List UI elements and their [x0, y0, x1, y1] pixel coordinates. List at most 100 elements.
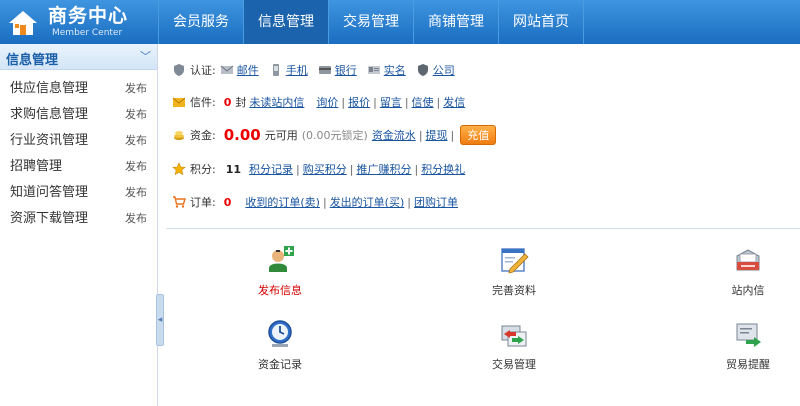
funds-label: 资金:: [190, 129, 216, 142]
send-mail-link[interactable]: 发信: [443, 94, 465, 110]
cert-email-link[interactable]: 邮件: [237, 62, 259, 78]
sidebar-item-label: 行业资讯管理: [10, 133, 89, 148]
cert-bank[interactable]: 银行: [318, 62, 357, 78]
quote-link[interactable]: 报价: [348, 94, 370, 110]
tile-trade-reminder[interactable]: 贸易提醒: [688, 318, 800, 378]
funds-amount: 0.00: [223, 126, 261, 144]
funds-flow-link[interactable]: 资金流水: [372, 127, 416, 143]
publish-link[interactable]: 发布: [125, 180, 147, 206]
points-label: 积分:: [190, 163, 216, 176]
buy-points-link[interactable]: 购买积分: [303, 161, 347, 177]
cert-realname-link[interactable]: 实名: [384, 62, 406, 78]
sidebar-list: 供应信息管理 发布 求购信息管理 发布 行业资讯管理 发布 招聘管理 发布 知道…: [0, 70, 157, 232]
coins-icon: [174, 131, 184, 140]
sidebar-item-supply[interactable]: 供应信息管理 发布: [0, 76, 157, 102]
mailbox-icon: [736, 249, 760, 271]
mail-count: 0: [223, 95, 232, 109]
cert-label: 认证:: [190, 64, 216, 77]
sidebar-item-label: 招聘管理: [10, 159, 63, 174]
sidebar-item-label: 知道问答管理: [10, 185, 89, 200]
cart-icon: [173, 196, 186, 208]
sidebar-item-label: 求购信息管理: [10, 107, 89, 122]
mail-row: 信件: 0 封 未读站内信 询价 | 报价 | 留言 | 信使 | 发信: [172, 93, 465, 111]
star-icon: [172, 162, 186, 176]
mail-label: 信件:: [190, 96, 216, 109]
publish-user-icon: [269, 246, 294, 272]
cert-phone[interactable]: 手机: [269, 62, 308, 78]
nav-shop-management[interactable]: 商铺管理: [413, 0, 498, 44]
withdraw-link[interactable]: 提现: [426, 127, 448, 143]
tile-complete-profile[interactable]: 完善资料: [454, 244, 574, 304]
sidebar-item-purchase[interactable]: 求购信息管理 发布: [0, 102, 157, 128]
cert-bank-link[interactable]: 银行: [335, 62, 357, 78]
orders-count: 0: [223, 195, 232, 209]
group-orders-link[interactable]: 团购订单: [414, 194, 458, 210]
logo[interactable]: 商务中心 Member Center: [8, 5, 158, 41]
cert-realname[interactable]: 实名: [367, 62, 406, 78]
received-orders-link[interactable]: 收到的订单(卖): [245, 194, 320, 210]
tile-label: 资金记录: [258, 358, 302, 371]
tile-label: 贸易提醒: [726, 358, 770, 371]
tile-site-mail[interactable]: 站内信: [688, 244, 800, 304]
sidebar-collapse-handle[interactable]: ◂: [156, 294, 164, 346]
sidebar-header[interactable]: 信息管理 ﹀: [0, 44, 157, 70]
points-row: 积分: 11 积分记录 | 购买积分 | 推广赚积分 | 积分换礼: [172, 160, 465, 178]
trade-icon: [501, 325, 527, 347]
publish-link[interactable]: 发布: [125, 206, 147, 232]
tile-fund-records[interactable]: 资金记录: [220, 318, 340, 378]
points-record-link[interactable]: 积分记录: [249, 161, 293, 177]
orders-label: 订单:: [190, 196, 216, 209]
sidebar-item-jobs[interactable]: 招聘管理 发布: [0, 154, 157, 180]
tile-label: 站内信: [731, 284, 765, 297]
phone-icon: [272, 64, 279, 76]
chevron-down-icon[interactable]: ﹀: [140, 48, 151, 64]
home-icon: [9, 11, 37, 35]
sidebar-item-label: 供应信息管理: [10, 81, 89, 96]
sidebar-title: 信息管理: [6, 53, 59, 68]
cert-row: 认证: 邮件 手机 银行 实名 公司: [172, 61, 465, 79]
sidebar-item-label: 资源下载管理: [10, 211, 89, 226]
messenger-link[interactable]: 信使: [412, 94, 434, 110]
sidebar-item-news[interactable]: 行业资讯管理 发布: [0, 128, 157, 154]
reminder-icon: [736, 323, 761, 347]
tile-label: 交易管理: [492, 358, 536, 371]
publish-link[interactable]: 发布: [125, 128, 147, 154]
clock-icon: [268, 320, 292, 347]
nav-trade-management[interactable]: 交易管理: [328, 0, 413, 44]
funds-locked: (0.00元锁定): [301, 129, 368, 142]
id-card-icon: [367, 66, 380, 74]
tile-trade-management[interactable]: 交易管理: [454, 318, 574, 378]
nav-member-service[interactable]: 会员服务: [158, 0, 243, 44]
sidebar: 信息管理 ﹀ 供应信息管理 发布 求购信息管理 发布 行业资讯管理 发布 招聘管…: [0, 44, 158, 406]
publish-link[interactable]: 发布: [125, 76, 147, 102]
shield-icon: [174, 64, 184, 76]
top-header: 商务中心 Member Center 会员服务 信息管理 交易管理 商铺管理 网…: [0, 0, 800, 44]
funds-available-text: 元可用: [264, 129, 298, 142]
earn-points-link[interactable]: 推广赚积分: [356, 161, 411, 177]
mail-unit: 封: [235, 96, 247, 109]
redeem-points-link[interactable]: 积分换礼: [421, 161, 465, 177]
inquiry-link[interactable]: 询价: [316, 94, 338, 110]
bank-card-icon: [318, 66, 331, 74]
cert-phone-link[interactable]: 手机: [286, 62, 308, 78]
message-link[interactable]: 留言: [380, 94, 402, 110]
main-nav: 会员服务 信息管理 交易管理 商铺管理 网站首页: [158, 0, 584, 44]
points-value: 11: [225, 162, 242, 176]
mail-icon: [172, 97, 186, 107]
logo-subtitle: Member Center: [52, 28, 123, 38]
publish-link[interactable]: 发布: [125, 154, 147, 180]
nav-info-management[interactable]: 信息管理: [243, 0, 328, 44]
cert-email[interactable]: 邮件: [220, 62, 259, 78]
sidebar-item-qa[interactable]: 知道问答管理 发布: [0, 180, 157, 206]
recharge-button[interactable]: 充值: [460, 125, 497, 145]
publish-link[interactable]: 发布: [125, 102, 147, 128]
edit-profile-icon: [501, 248, 529, 274]
funds-row: 资金: 0.00 元可用 (0.00元锁定) 资金流水 | 提现 | 充值: [172, 125, 497, 145]
tile-publish-info[interactable]: 发布信息: [220, 244, 340, 304]
cert-company[interactable]: 公司: [416, 62, 455, 78]
unread-mail-link[interactable]: 未读站内信: [249, 94, 304, 110]
sent-orders-link[interactable]: 发出的订单(买): [330, 194, 405, 210]
sidebar-item-downloads[interactable]: 资源下载管理 发布: [0, 206, 157, 232]
cert-company-link[interactable]: 公司: [433, 62, 455, 78]
nav-site-home[interactable]: 网站首页: [498, 0, 584, 44]
